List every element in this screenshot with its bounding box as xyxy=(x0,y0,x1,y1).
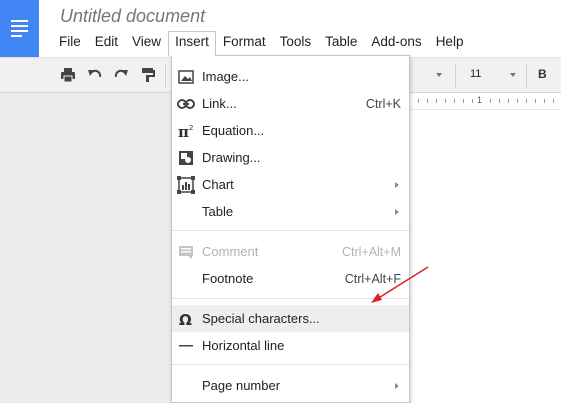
menu-edit[interactable]: Edit xyxy=(88,31,125,52)
menu-divider xyxy=(172,364,409,365)
omega-icon: Ω xyxy=(177,310,195,328)
toolbar-divider xyxy=(165,64,166,88)
svg-text:π: π xyxy=(178,123,189,139)
menu-item-shortcut: Ctrl+Alt+M xyxy=(341,244,401,259)
undo-icon[interactable] xyxy=(87,67,103,83)
menu-item-table[interactable]: Table xyxy=(172,198,409,225)
toolbar-divider xyxy=(455,64,456,88)
menu-file[interactable]: File xyxy=(52,31,88,52)
document-title[interactable]: Untitled document xyxy=(60,6,205,27)
menu-item-chart[interactable]: Chart xyxy=(172,171,409,198)
annotation-arrow-icon xyxy=(371,266,429,303)
menu-item-equation[interactable]: π2 Equation... xyxy=(172,117,409,144)
comment-icon xyxy=(177,243,195,261)
menu-item-image[interactable]: Image... xyxy=(172,63,409,90)
docs-home-icon[interactable] xyxy=(0,0,39,57)
menu-item-label: Special characters... xyxy=(202,311,320,326)
bold-button[interactable]: B xyxy=(538,67,547,81)
menu-item-label: Page number xyxy=(202,378,281,393)
menu-item-label: Equation... xyxy=(202,123,265,138)
canvas-margin xyxy=(0,93,172,403)
menu-item-label: Footnote xyxy=(202,271,254,286)
document-lines-icon xyxy=(11,17,28,40)
menubar: File Edit View Insert Format Tools Table… xyxy=(52,31,471,56)
svg-text:2: 2 xyxy=(189,124,193,132)
menu-item-label: Chart xyxy=(202,177,234,192)
insert-menu: Image... Link... Ctrl+K π2 Equation... D… xyxy=(171,55,410,403)
horizontal-line-icon xyxy=(177,337,195,355)
menu-item-label: Image... xyxy=(202,69,249,84)
menu-insert[interactable]: Insert xyxy=(168,31,216,56)
menu-item-page-number[interactable]: Page number xyxy=(172,372,409,399)
menu-item-comment: Comment Ctrl+Alt+M xyxy=(172,238,409,265)
menu-item-drawing[interactable]: Drawing... xyxy=(172,144,409,171)
ruler-label: 1 xyxy=(477,95,483,105)
submenu-arrow-icon xyxy=(395,208,399,215)
link-icon xyxy=(177,95,195,113)
svg-text:Ω: Ω xyxy=(179,311,192,327)
menu-item-label: Link... xyxy=(202,96,237,111)
menu-item-horizontal-line[interactable]: Horizontal line xyxy=(172,332,409,359)
menu-item-label: Horizontal line xyxy=(202,338,285,353)
menu-tools[interactable]: Tools xyxy=(273,31,319,52)
font-size-dropdown-arrow-icon[interactable] xyxy=(510,73,516,77)
toolbar-divider xyxy=(526,64,527,88)
menu-item-label: Drawing... xyxy=(202,150,261,165)
menu-add-ons[interactable]: Add-ons xyxy=(364,31,428,52)
menu-item-label: Table xyxy=(202,204,234,219)
font-size-value[interactable]: 11 xyxy=(470,68,481,80)
menu-divider xyxy=(172,230,409,231)
paint-format-icon[interactable] xyxy=(140,67,156,83)
font-dropdown-arrow-icon[interactable] xyxy=(436,73,442,77)
image-icon xyxy=(177,68,195,86)
menu-item-label: Comment xyxy=(202,244,259,259)
chart-icon xyxy=(177,175,195,194)
redo-icon[interactable] xyxy=(113,67,129,83)
menu-table[interactable]: Table xyxy=(318,31,364,52)
menu-view[interactable]: View xyxy=(125,31,168,52)
print-icon[interactable] xyxy=(60,67,76,83)
menu-help[interactable]: Help xyxy=(429,31,471,52)
pi-icon: π2 xyxy=(177,122,195,140)
menu-item-shortcut: Ctrl+K xyxy=(365,96,401,111)
ruler[interactable]: 1 xyxy=(410,93,561,110)
submenu-arrow-icon xyxy=(395,181,399,188)
submenu-arrow-icon xyxy=(395,382,399,389)
menu-item-special-characters[interactable]: Ω Special characters... xyxy=(172,305,409,332)
menu-item-link[interactable]: Link... Ctrl+K xyxy=(172,90,409,117)
drawing-icon xyxy=(177,149,195,167)
menu-format[interactable]: Format xyxy=(216,31,273,52)
